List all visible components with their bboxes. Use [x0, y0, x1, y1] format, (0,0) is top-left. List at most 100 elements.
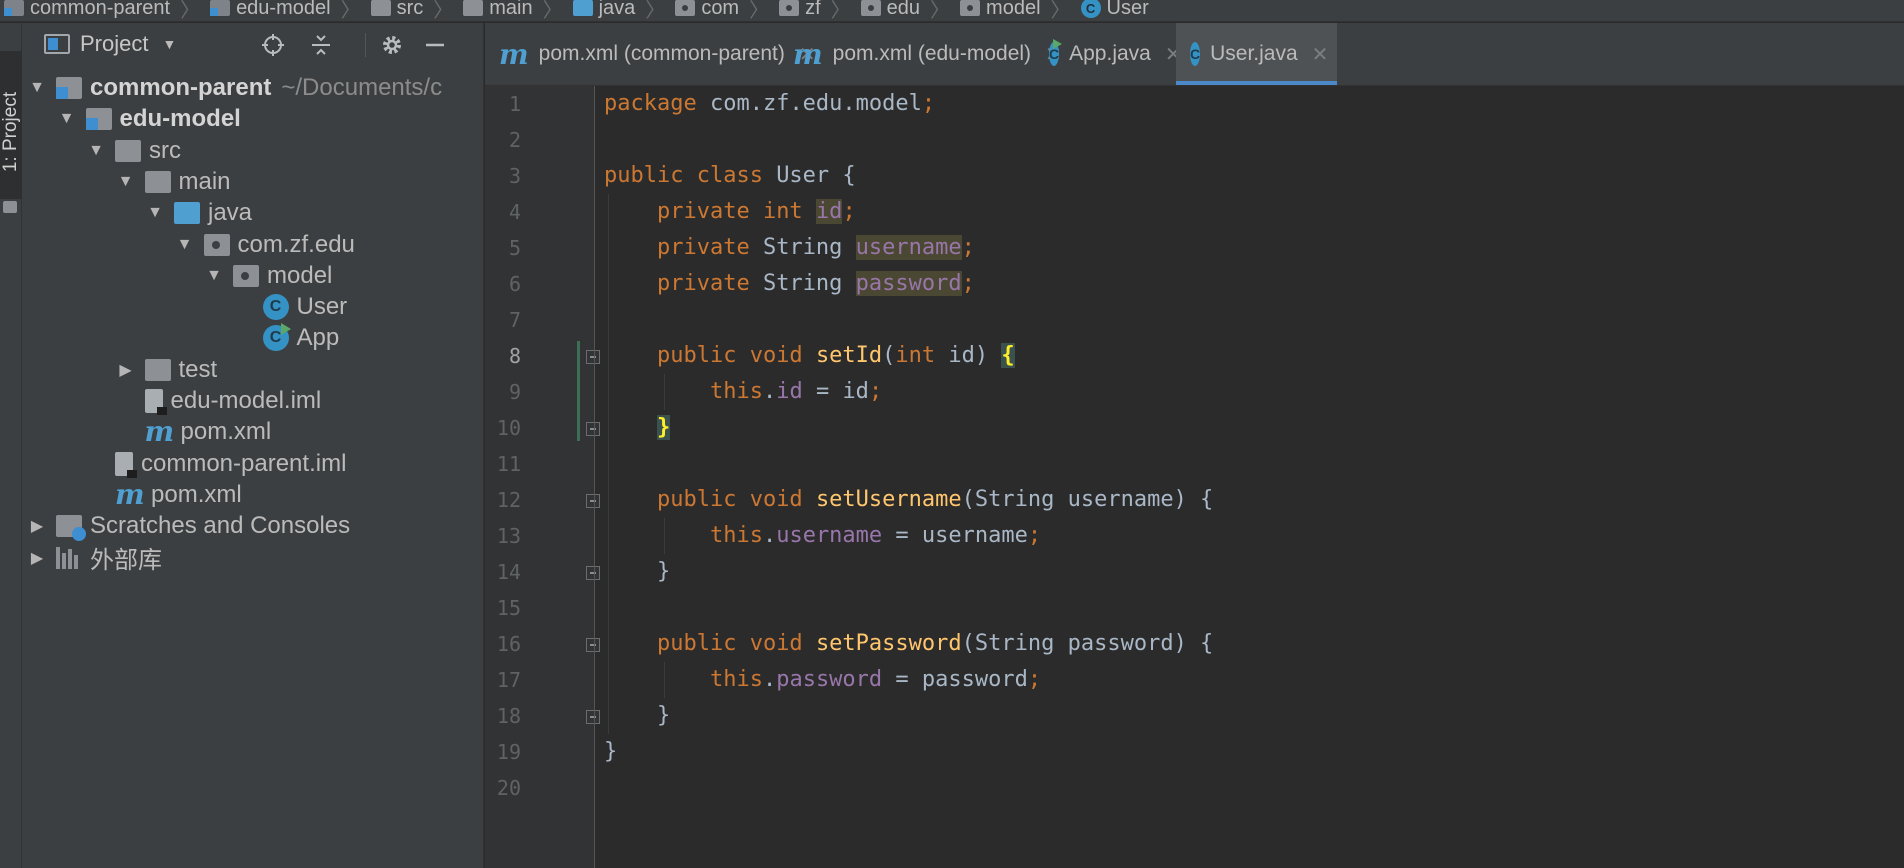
code-line[interactable]: this.password = password; [604, 662, 1041, 698]
collapsed-arrow-icon[interactable]: ▶ [115, 360, 137, 380]
breadcrumb-item[interactable]: edu-model 〉 [210, 0, 371, 21]
package-icon [203, 233, 230, 256]
code-token: = id [802, 379, 869, 404]
fold-start-icon[interactable] [586, 638, 600, 652]
breadcrumb-item[interactable]: C User [1080, 0, 1149, 21]
code-line[interactable]: public void setId(int id) { [604, 338, 1015, 374]
line-number: 2 [508, 128, 521, 152]
code-token: public void [656, 343, 816, 368]
breadcrumb-label: edu [886, 0, 921, 19]
code-token: setUsername [815, 487, 962, 512]
breadcrumb-item[interactable]: com 〉 [675, 0, 779, 21]
code-line[interactable]: } [604, 410, 671, 446]
expanded-arrow-icon[interactable]: ▼ [115, 173, 137, 191]
hide-panel-icon[interactable] [422, 32, 448, 58]
code-token: . [762, 523, 777, 548]
expanded-arrow-icon[interactable]: ▼ [144, 204, 166, 222]
project-tool-window-label: 1: Project [0, 91, 21, 173]
project-view-selector[interactable]: Project ▼ [44, 31, 176, 57]
breadcrumb-item[interactable]: edu 〉 [860, 0, 960, 21]
collapse-all-icon[interactable] [308, 32, 334, 58]
line-number: 16 [496, 632, 521, 656]
code-token: password [855, 271, 962, 296]
breadcrumb-separator: 〉 [1050, 0, 1071, 22]
editor-tab[interactable]: C User.java ✕ [1176, 23, 1337, 85]
code-line[interactable]: public void setPassword(String password)… [604, 626, 1213, 662]
tree-item-label: edu-model.iml [170, 387, 322, 414]
code-line[interactable]: private String password; [604, 266, 975, 302]
code-line[interactable]: this.username = username; [604, 518, 1041, 554]
code-line[interactable]: public void setUsername(String username)… [604, 482, 1213, 518]
breadcrumb-separator: 〉 [645, 0, 666, 22]
fold-start-icon[interactable] [586, 350, 600, 364]
code-token: ( [882, 343, 896, 368]
breadcrumb-item[interactable]: common-parent 〉 [4, 0, 210, 21]
code-token: id) [948, 343, 1002, 368]
code-token: ; [961, 271, 975, 296]
breadcrumb-item[interactable]: src 〉 [370, 0, 464, 22]
breadcrumb-item[interactable]: zf 〉 [779, 0, 861, 21]
code-token: this [709, 667, 763, 692]
code-line[interactable]: public class User { [604, 158, 856, 194]
code-line[interactable]: package com.zf.edu.model; [604, 86, 935, 122]
fold-end-icon[interactable] [586, 710, 600, 724]
code-token: public class [604, 163, 777, 188]
breadcrumb-label: src [396, 0, 424, 19]
module-icon [4, 0, 24, 16]
library-icon [56, 546, 82, 569]
left-tool-stripe: 1: Project [0, 23, 22, 868]
collapsed-arrow-icon[interactable]: ▶ [26, 548, 48, 568]
breadcrumb-item[interactable]: model 〉 [960, 0, 1080, 21]
code-editor[interactable]: 1 2 3 4 5 6 7 8 9 10 11 12 13 14 15 16 17 18 19 20 package … [485, 86, 1904, 868]
line-number: 6 [508, 272, 521, 296]
code-token: ; [921, 91, 936, 116]
project-tool-window-button[interactable]: 1: Project [0, 51, 22, 213]
breadcrumb-label: zf [805, 0, 821, 19]
code-token: username [776, 523, 883, 548]
code-line[interactable]: private int id; [604, 194, 856, 230]
fold-start-icon[interactable] [586, 494, 600, 508]
breadcrumb-separator: 〉 [433, 0, 454, 22]
tree-item-label: common-parent [90, 74, 272, 101]
tree-item-label: App [296, 324, 340, 352]
tree-item[interactable]: ▶ 外部库 [26, 539, 162, 577]
breadcrumb-item[interactable]: java 〉 [572, 0, 676, 22]
breadcrumb-item[interactable]: main 〉 [463, 0, 572, 21]
fold-end-icon[interactable] [586, 422, 600, 436]
code-line[interactable]: } [604, 734, 617, 770]
editor-tab[interactable]: mpom.xml (edu-model)✕ [779, 23, 1062, 85]
locate-file-icon[interactable] [260, 32, 286, 58]
code-token: id [815, 199, 843, 224]
package-icon [779, 0, 800, 16]
expanded-arrow-icon[interactable]: ▼ [174, 236, 196, 254]
editor-tab[interactable]: C App.java ✕ [1035, 23, 1182, 85]
class-icon: C [1080, 0, 1101, 18]
expanded-arrow-icon[interactable]: ▼ [85, 142, 107, 160]
code-line[interactable]: } [604, 698, 670, 734]
module-icon [85, 108, 112, 131]
gear-icon[interactable] [379, 32, 405, 58]
tree-item-label: User [296, 293, 348, 321]
tree-item-label: edu-model [119, 105, 241, 133]
breadcrumb-label: main [489, 0, 533, 19]
source-folder-icon [572, 0, 593, 16]
code-line[interactable]: this.id = id; [604, 374, 882, 410]
code-token: . [762, 667, 777, 692]
fold-end-icon[interactable] [586, 566, 600, 580]
expanded-arrow-icon[interactable]: ▼ [203, 267, 225, 285]
navigation-breadcrumb: common-parent 〉 edu-model 〉 src 〉 main 〉 java 〉 co… [0, 0, 1904, 22]
code-line[interactable]: } [604, 554, 670, 590]
tree-item[interactable]: C App [233, 319, 340, 357]
editor-tab[interactable]: m pom.xml (common-parent) ✕ [485, 23, 816, 85]
expanded-arrow-icon[interactable]: ▼ [26, 79, 48, 97]
close-icon[interactable]: ✕ [1312, 42, 1329, 67]
code-line[interactable]: private String username; [604, 230, 975, 266]
project-panel-title: Project [80, 31, 149, 56]
code-token: (String password) { [961, 631, 1214, 656]
expanded-arrow-icon[interactable]: ▼ [56, 110, 78, 128]
breadcrumb-separator: 〉 [340, 0, 361, 22]
line-number: 20 [496, 776, 521, 800]
collapsed-arrow-icon[interactable]: ▶ [26, 516, 48, 536]
